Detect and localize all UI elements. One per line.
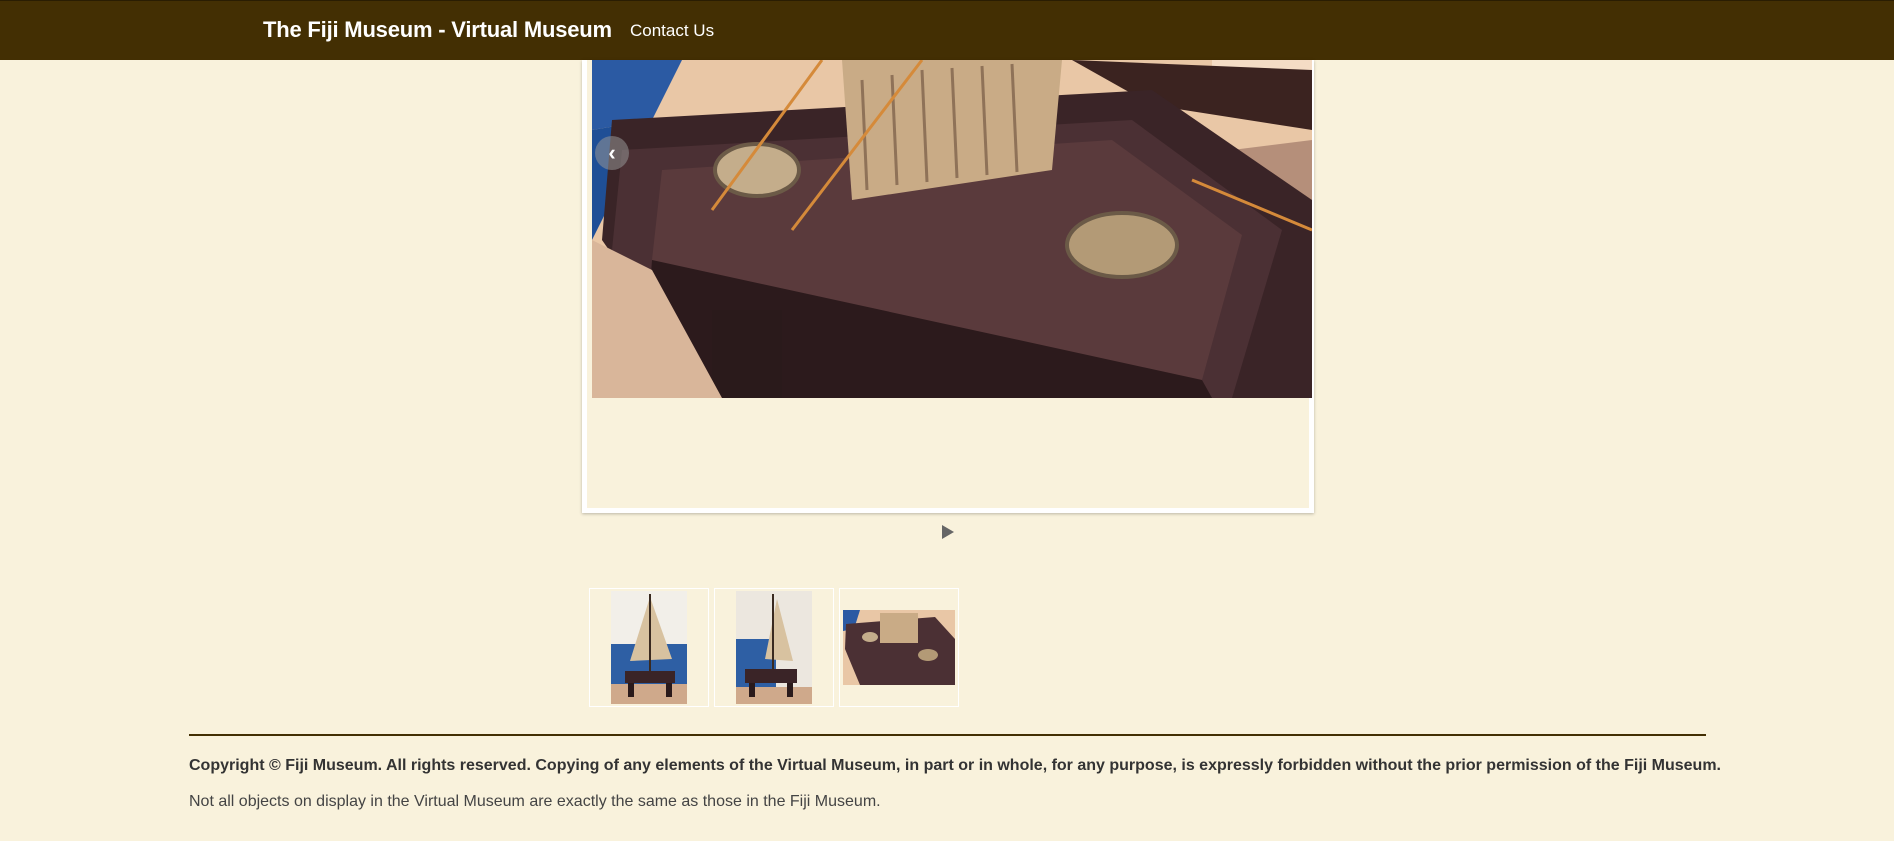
viewer-panel [587, 60, 1312, 508]
play-icon [942, 525, 954, 539]
site-brand-link[interactable]: The Fiji Museum - Virtual Museum [263, 17, 612, 43]
canoe-deck-photo [592, 60, 1312, 398]
footer-disclaimer: Not all objects on display in the Virtua… [189, 793, 881, 810]
thumbnail-image [840, 589, 958, 706]
slideshow-play-button[interactable] [940, 524, 956, 540]
gallery-prev-button[interactable]: ‹ [595, 136, 629, 170]
footer-copyright: Copyright © Fiji Museum. All rights rese… [189, 757, 1721, 774]
thumbnail-3[interactable] [839, 588, 959, 707]
thumbnail-image [590, 589, 708, 706]
chevron-left-icon: ‹ [608, 140, 616, 165]
gallery-viewer [582, 60, 1314, 513]
main-gallery-image [592, 60, 1312, 398]
nav-contact-us[interactable]: Contact Us [630, 21, 714, 41]
top-navbar: The Fiji Museum - Virtual Museum Contact… [0, 0, 1894, 60]
thumbnail-2[interactable] [714, 588, 834, 707]
footer-divider [189, 734, 1706, 736]
thumbnail-1[interactable] [589, 588, 709, 707]
thumbnail-image [715, 589, 833, 706]
